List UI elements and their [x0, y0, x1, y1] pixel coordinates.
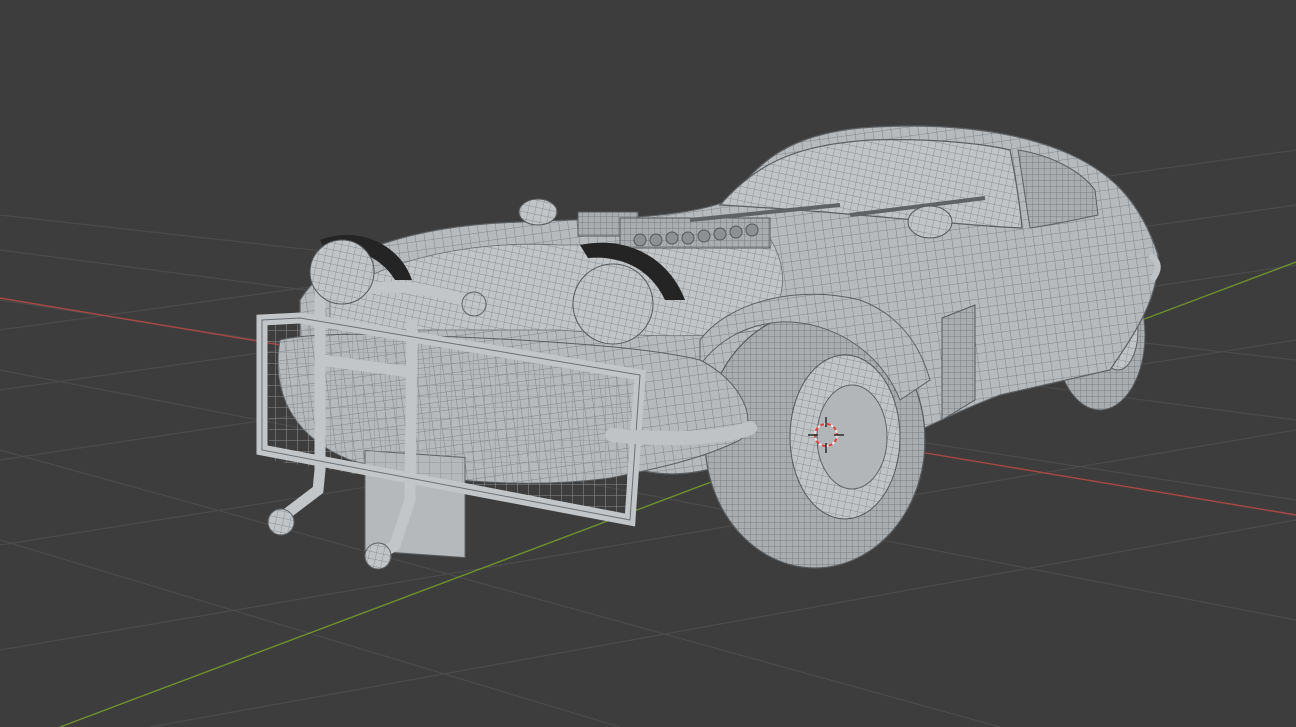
3d-viewport[interactable]	[0, 0, 1296, 727]
mirror	[907, 205, 953, 239]
mirror	[518, 198, 558, 226]
bull-bar-end	[364, 542, 392, 570]
bull-bar-end	[267, 508, 295, 536]
viewport-canvas[interactable]	[0, 0, 1296, 727]
bull-bar-end	[461, 291, 487, 317]
side-intake	[941, 304, 976, 421]
